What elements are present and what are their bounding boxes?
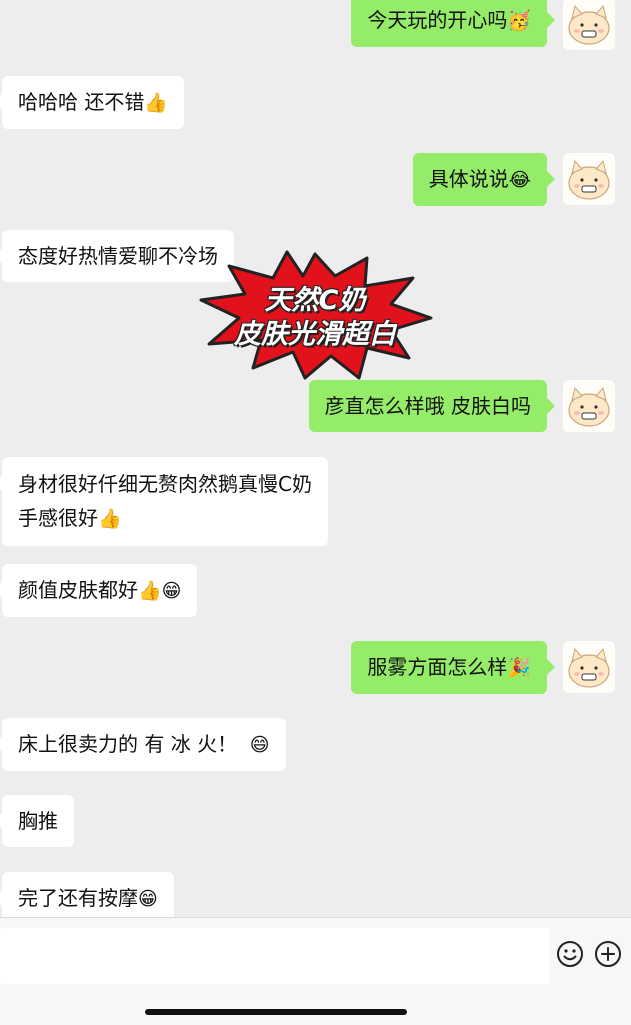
message-emoji: 👍 xyxy=(144,92,169,114)
cat-avatar-icon xyxy=(568,647,610,688)
message-text: 今天玩的开心吗 xyxy=(367,8,508,32)
message-text: 床上很卖力的 有 冰 火！ xyxy=(18,732,238,756)
message-bubble-outgoing[interactable]: 具体说说😂 xyxy=(412,153,556,206)
message-emoji: 🥳 xyxy=(507,10,531,32)
message-row: 服雾方面怎么样🎉 xyxy=(351,641,555,694)
message-bubble-incoming[interactable]: 身材很好仟细无赘肉然鹅真慢C奶 手感很好👍 xyxy=(0,457,328,546)
message-text: 态度好热情爱聊不冷场 xyxy=(18,244,218,268)
smile-icon[interactable] xyxy=(556,940,584,968)
message-row: 彦直怎么样哦 皮肤白吗 xyxy=(308,380,556,432)
message-text: 身材很好仟细无赘肉然鹅真慢C奶 xyxy=(18,472,312,496)
message-input[interactable] xyxy=(0,928,549,984)
message-text-line2: 手感很好 xyxy=(18,506,98,530)
message-text: 哈哈哈 还不错 xyxy=(18,90,145,114)
home-indicator[interactable] xyxy=(145,1009,407,1015)
message-bubble-outgoing[interactable]: 彦直怎么样哦 皮肤白吗 xyxy=(308,380,556,432)
message-emoji: 👍 xyxy=(98,508,122,530)
message-row: 哈哈哈 还不错👍 xyxy=(0,76,185,129)
message-row: 胸推 xyxy=(0,795,74,847)
message-emoji: 👍😁 xyxy=(138,580,182,602)
message-text: 具体说说 xyxy=(428,167,509,191)
message-row: 具体说说😂 xyxy=(412,153,556,206)
message-bubble-incoming[interactable]: 床上很卖力的 有 冰 火！ 😄 xyxy=(0,718,286,771)
plus-icon[interactable] xyxy=(594,940,622,968)
message-text: 完了还有按摩 xyxy=(18,886,138,910)
message-bubble-outgoing[interactable]: 今天玩的开心吗🥳 xyxy=(351,0,555,47)
cat-avatar-icon xyxy=(568,159,610,200)
cat-avatar-icon xyxy=(568,4,610,45)
message-text: 彦直怎么样哦 皮肤白吗 xyxy=(324,394,531,418)
avatar[interactable] xyxy=(563,153,615,205)
promo-sticker: 天然C奶 皮肤光滑超白 xyxy=(195,248,435,383)
message-text: 颜值皮肤都好 xyxy=(18,578,138,602)
message-row: 今天玩的开心吗🥳 xyxy=(351,0,555,47)
message-emoji: 😁 xyxy=(138,888,158,910)
message-row: 床上很卖力的 有 冰 火！ 😄 xyxy=(0,718,286,771)
avatar[interactable] xyxy=(563,380,615,432)
message-text: 服雾方面怎么样 xyxy=(367,655,508,679)
message-emoji: 😄 xyxy=(249,734,270,756)
message-row: 身材很好仟细无赘肉然鹅真慢C奶 手感很好👍 xyxy=(0,457,328,546)
message-emoji: 🎉 xyxy=(507,657,531,679)
cat-avatar-icon xyxy=(568,386,610,427)
message-bubble-incoming[interactable]: 胸推 xyxy=(0,795,74,847)
message-bubble-outgoing[interactable]: 服雾方面怎么样🎉 xyxy=(351,641,555,694)
message-bubble-incoming[interactable]: 哈哈哈 还不错👍 xyxy=(0,76,185,129)
avatar[interactable] xyxy=(563,0,615,50)
avatar[interactable] xyxy=(563,641,615,693)
message-text: 胸推 xyxy=(18,809,58,833)
message-bubble-incoming[interactable]: 颜值皮肤都好👍😁 xyxy=(0,564,198,617)
message-emoji: 😂 xyxy=(508,169,531,191)
sticker-line-2: 皮肤光滑超白 xyxy=(234,319,396,350)
message-row: 颜值皮肤都好👍😁 xyxy=(0,564,198,617)
